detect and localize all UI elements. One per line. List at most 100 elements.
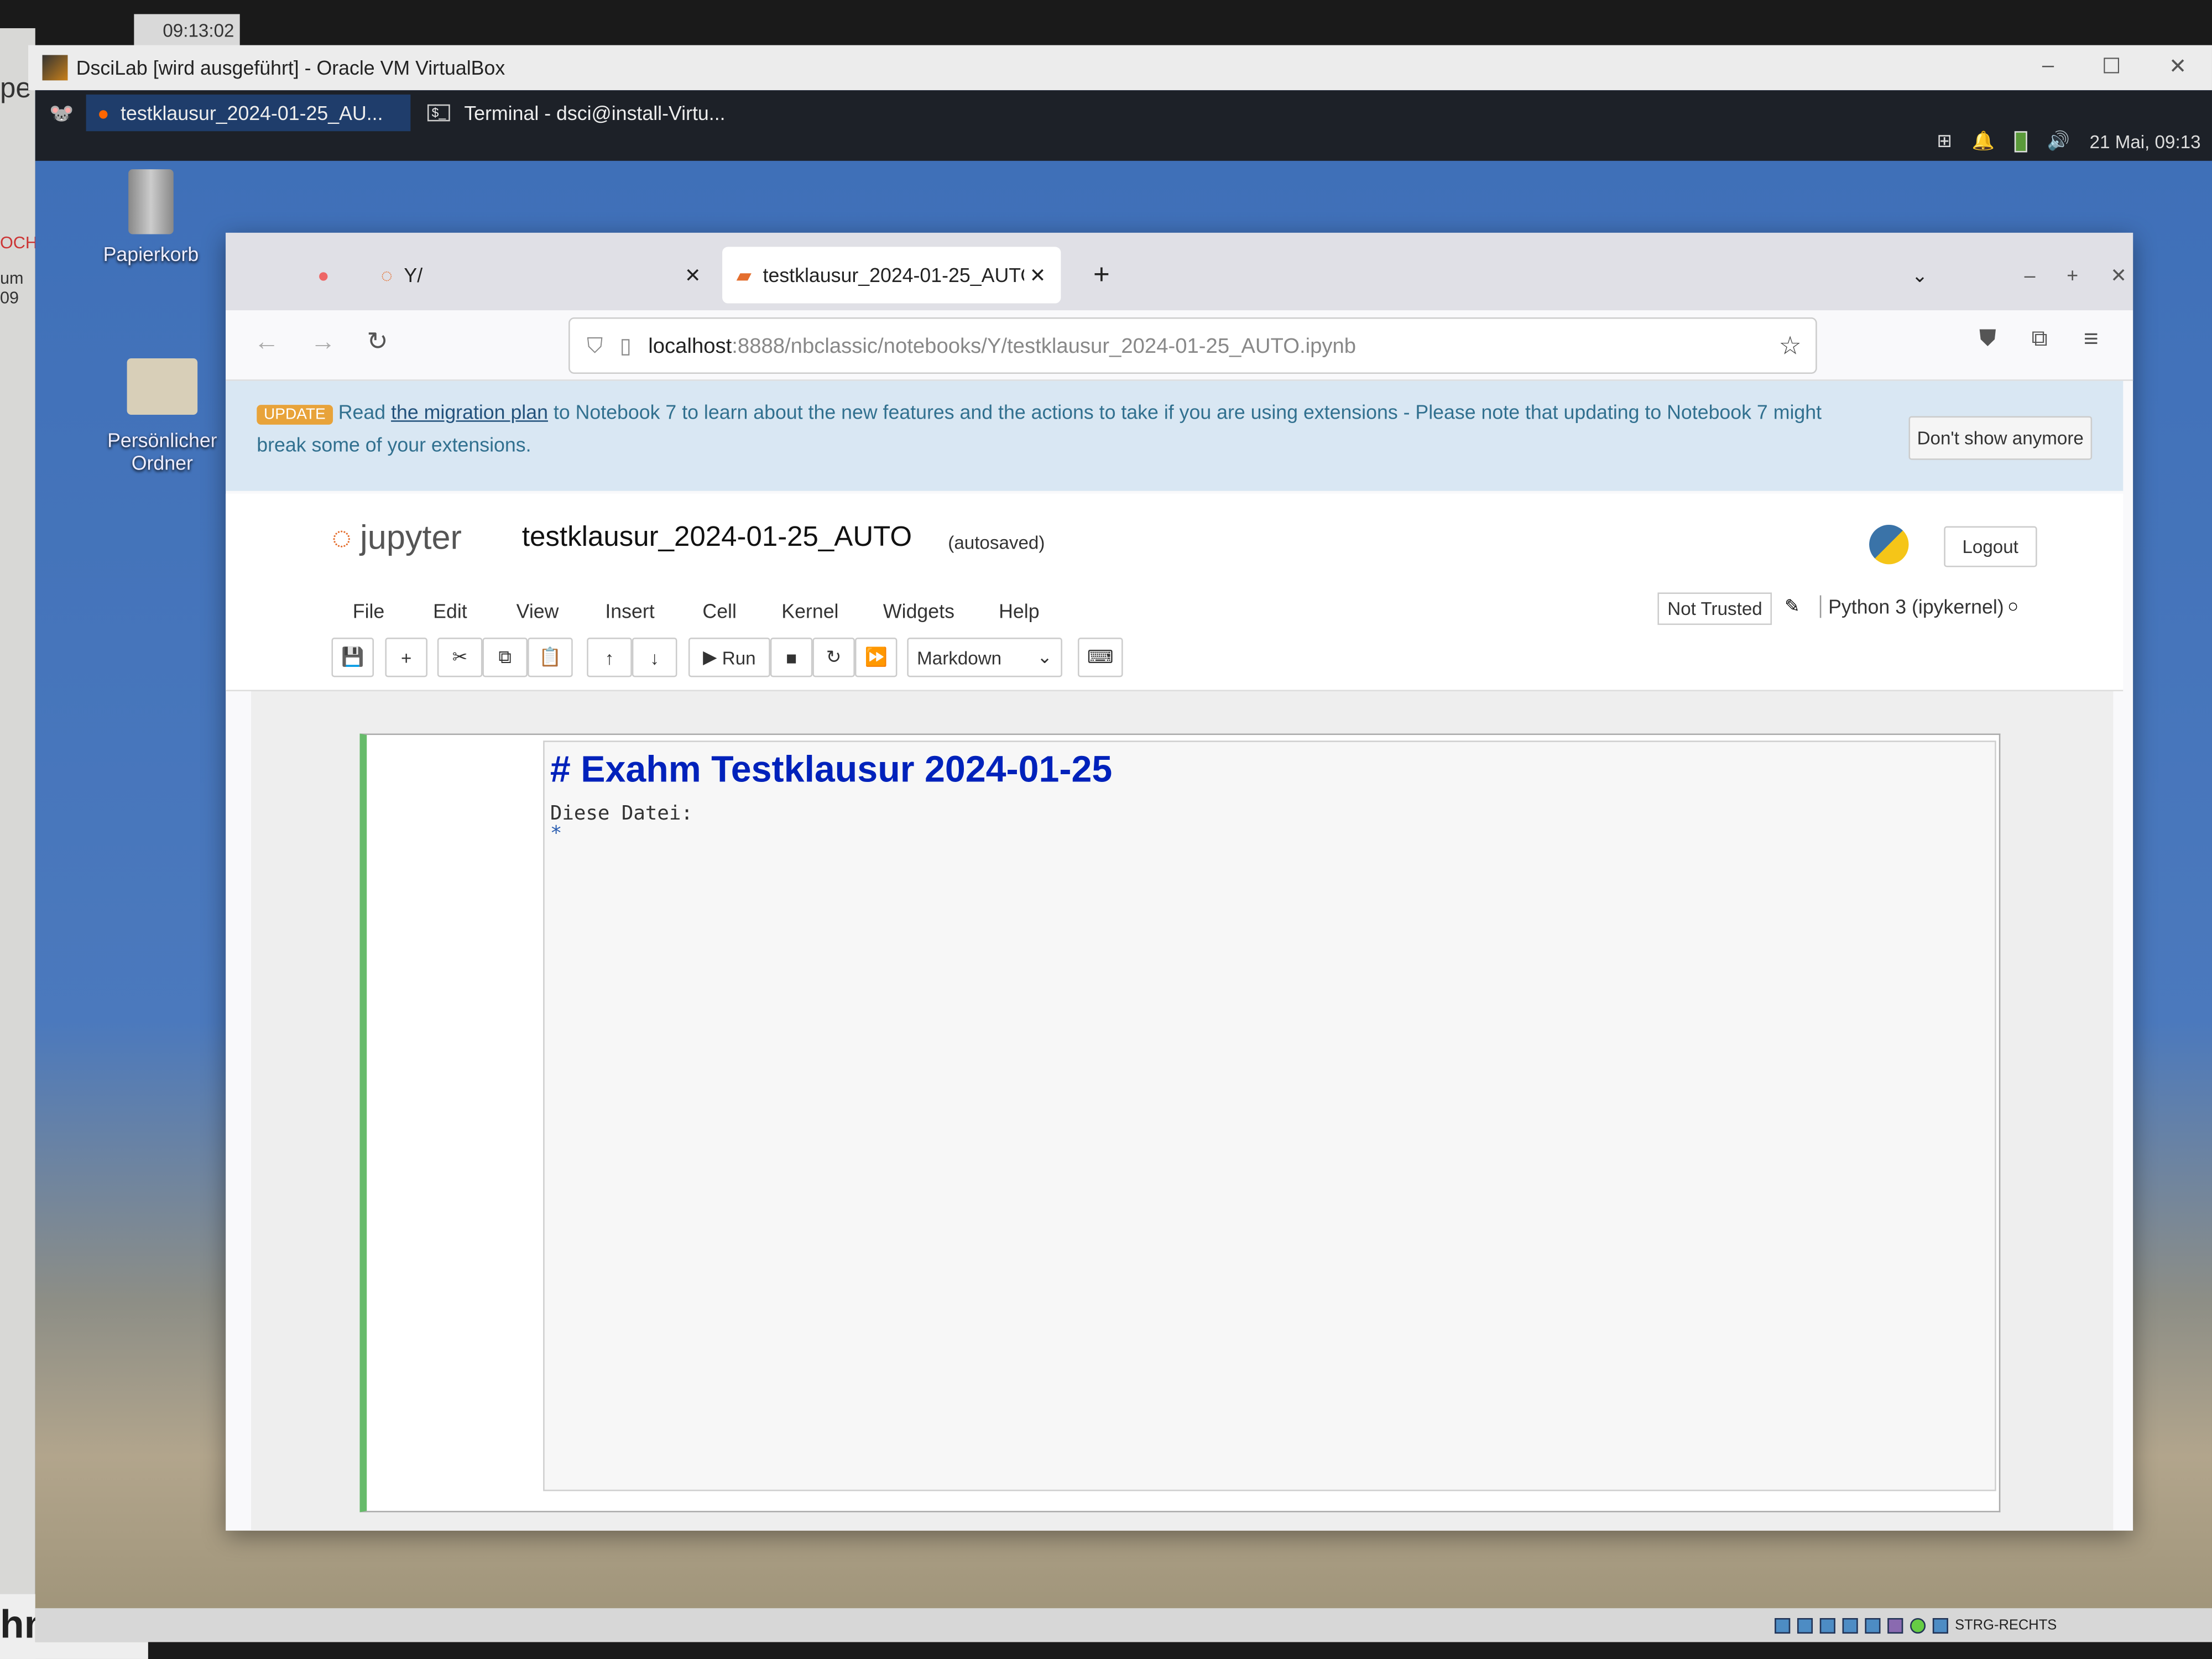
maximize-button[interactable]: + [2053, 247, 2093, 303]
cell-text-line: * [550, 822, 562, 846]
guest-taskbar: 🐭 ● testklausur_2024-01-25_AU... $_ Termin… [35, 90, 2212, 161]
host-clock: 09:13:02 [134, 14, 240, 48]
cpu-icon[interactable] [1887, 1617, 1903, 1633]
reload-icon[interactable]: ↻ [367, 327, 388, 357]
tab-notebook[interactable]: ▰ testklausur_2024-01-25_AUTO ✕ [722, 247, 1061, 304]
tab-tree[interactable]: ◌ Y/ ✕ [367, 247, 712, 303]
jupyter-header: ◌ jupyter testklausur_2024-01-25_AUTO (au… [226, 493, 2124, 691]
update-banner: UPDATE Read the migration plan to Noteboo… [226, 380, 2124, 491]
tab-close-icon[interactable]: ✕ [1030, 263, 1046, 287]
shared-folder-icon[interactable] [1819, 1617, 1835, 1633]
cell-editor[interactable]: # Exahm Testklausur 2024-01-25 Diese Dat… [543, 740, 1996, 1491]
host-fragment: um 09 [0, 268, 24, 308]
close-button[interactable]: ✕ [2169, 54, 2187, 79]
notebook-name[interactable]: testklausur_2024-01-25_AUTO [522, 522, 912, 555]
migration-plan-link[interactable]: the migration plan [391, 400, 548, 423]
menu-widgets[interactable]: Widgets [883, 599, 954, 622]
volume-icon[interactable]: 🔊 [2047, 130, 2070, 153]
network-icon[interactable] [1910, 1617, 1926, 1633]
task-firefox[interactable]: ● testklausur_2024-01-25_AU... [86, 94, 411, 132]
host-key-icon[interactable] [1932, 1617, 1948, 1633]
hdd-icon[interactable] [1774, 1617, 1790, 1633]
url-host: localhost [648, 333, 732, 358]
save-status: (autosaved) [948, 531, 1045, 553]
network-icon[interactable]: ⊞ [1937, 130, 1952, 153]
url-path: :8888/nbclassic/notebooks/Y/testklausur_… [732, 333, 1357, 358]
copy-button[interactable]: ⧉ [482, 638, 528, 677]
extensions-icon[interactable]: ⧉ [2031, 327, 2047, 353]
cell-type-select[interactable]: Markdown ⌄ [907, 638, 1062, 677]
menu-file[interactable]: File [353, 599, 385, 622]
terminal-icon: $_ [427, 104, 450, 122]
chevron-down-icon: ⌄ [1037, 646, 1053, 667]
list-all-tabs-icon[interactable]: ⌄ [1897, 247, 1942, 303]
menu-insert[interactable]: Insert [605, 599, 654, 622]
menu-icon[interactable]: ≡ [2084, 325, 2099, 354]
move-down-button[interactable]: ↓ [632, 638, 677, 677]
task-label: Terminal - dsci@install-Virtu... [464, 101, 726, 124]
back-icon[interactable]: ← [254, 327, 279, 357]
command-palette-button[interactable]: ⌨ [1077, 638, 1123, 677]
screen: pe OCH) um 09 hm Tes 09:13:02 DsciLab [w… [0, 0, 2212, 1659]
firefox-icon: ● [97, 101, 109, 124]
run-button[interactable]: ▶ Run [688, 638, 770, 677]
window-title: DsciLab [wird ausgeführt] - Oracle VM Vi… [76, 56, 505, 79]
jupyter-logo[interactable]: ◌ jupyter [331, 519, 461, 559]
vm-statusbar: STRG-RECHTS [35, 1608, 2212, 1642]
run-label: Run [722, 646, 756, 668]
home-folder-icon [127, 358, 198, 415]
logout-button[interactable]: Logout [1944, 526, 2037, 567]
clock[interactable]: 21 Mai, 09:13 [2090, 131, 2201, 152]
menu-edit[interactable]: Edit [433, 599, 467, 622]
edit-pencil-icon[interactable]: ✎ [1785, 596, 1800, 618]
restart-run-all-button[interactable]: ⏩ [854, 638, 898, 677]
cell-heading-line: # Exahm Testklausur 2024-01-25 [550, 748, 1113, 790]
virtualbox-titlebar: DsciLab [wird ausgeführt] - Oracle VM Vi… [28, 45, 2212, 91]
cell-text-line: Diese Datei: [550, 802, 693, 826]
bookmark-star-icon[interactable]: ☆ [1778, 331, 1801, 361]
battery-icon[interactable] [2014, 130, 2027, 152]
system-tray: ⊞ 🔔 🔊 21 Mai, 09:13 [1937, 130, 2201, 153]
host-fragment: pe [0, 73, 32, 105]
maximize-button[interactable]: ☐ [2102, 54, 2121, 79]
play-icon: ▶ [703, 646, 722, 667]
restart-button[interactable]: ↻ [812, 638, 855, 677]
usb-icon[interactable] [1797, 1617, 1813, 1633]
video-capture-icon[interactable] [1864, 1617, 1880, 1633]
menu-kernel[interactable]: Kernel [781, 599, 838, 622]
not-trusted-indicator[interactable]: Not Trusted [1657, 592, 1772, 625]
cut-button[interactable]: ✂ [437, 638, 483, 677]
update-badge: UPDATE [257, 405, 333, 425]
trash-icon [128, 169, 174, 234]
tab-close-icon[interactable]: ✕ [685, 263, 701, 287]
interrupt-button[interactable]: ■ [770, 638, 813, 677]
notebook-area: # Exahm Testklausur 2024-01-25 Diese Dat… [251, 691, 2114, 1531]
pocket-icon[interactable]: ⛊ [1979, 327, 1996, 353]
move-up-button[interactable]: ↑ [587, 638, 632, 677]
minimize-button[interactable]: – [2010, 247, 2049, 303]
close-button[interactable]: ✕ [2096, 247, 2141, 303]
desktop-icon-home[interactable]: Persönlicher Ordner [85, 358, 240, 474]
new-tab-button[interactable]: + [1079, 247, 1124, 303]
firefox-view-icon[interactable]: ● [303, 247, 343, 303]
desktop-icon-trash[interactable]: Papierkorb [74, 169, 229, 265]
kernel-idle-icon: ○ [2007, 595, 2019, 617]
forward-icon[interactable]: → [310, 327, 336, 357]
kernel-name[interactable]: Python 3 (ipykernel) [1819, 595, 2004, 618]
display-icon[interactable] [1842, 1617, 1858, 1633]
save-button[interactable]: 💾 [331, 638, 374, 677]
menu-view[interactable]: View [517, 599, 559, 622]
task-terminal[interactable]: $_ Terminal - dsci@install-Virtu... [416, 95, 737, 131]
dont-show-anymore-button[interactable]: Don't show anymore [1908, 416, 2093, 460]
url-bar[interactable]: ⛉ ▯ localhost:8888/nbclassic/notebooks/Y/… [568, 317, 1817, 374]
host-desktop-strip: pe OCH) um 09 [0, 28, 43, 1659]
menu-help[interactable]: Help [999, 599, 1039, 622]
notification-bell-icon[interactable]: 🔔 [1972, 130, 1995, 153]
paste-button[interactable]: 📋 [528, 638, 573, 677]
insert-cell-button[interactable]: + [385, 638, 427, 677]
xfce-menu-icon[interactable]: 🐭 [38, 95, 81, 131]
menu-cell[interactable]: Cell [702, 599, 737, 622]
minimize-button[interactable]: – [2042, 54, 2054, 79]
markdown-cell[interactable]: # Exahm Testklausur 2024-01-25 Diese Dat… [359, 733, 2001, 1512]
shield-icon[interactable]: ⛉ [587, 333, 603, 357]
